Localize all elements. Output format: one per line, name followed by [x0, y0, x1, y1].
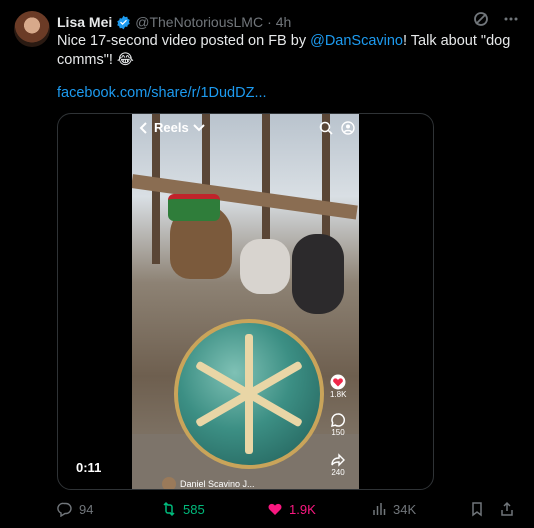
bookmark-icon: [472, 502, 482, 517]
mention-link[interactable]: @DanScavino: [310, 33, 403, 49]
reels-header: Reels: [138, 120, 433, 135]
chevron-down-icon[interactable]: [192, 123, 205, 133]
reels-label[interactable]: Reels: [154, 120, 189, 135]
profile-icon[interactable]: [341, 120, 355, 135]
reply-button[interactable]: 94: [57, 501, 161, 517]
reel-comment-count: 150: [331, 428, 345, 437]
repost-icon: [163, 501, 175, 517]
views-button[interactable]: 34K: [371, 501, 469, 517]
author-name[interactable]: Lisa Mei: [57, 14, 112, 30]
tweet-text: Nice 17-second video posted on FB by @Da…: [57, 32, 512, 70]
tweet-text-start: Nice 17-second video posted on FB by: [57, 33, 311, 49]
share-icon: [501, 501, 513, 516]
comment-bubble-icon[interactable]: [330, 412, 346, 428]
repost-button[interactable]: 585: [161, 501, 267, 517]
video-player[interactable]: Reels 1.8K 150 240 Daniel Scavino J... 0…: [57, 113, 434, 490]
reel-like-stat: 1.8K: [330, 374, 346, 399]
more-options-icon[interactable]: [502, 10, 520, 28]
like-count: 1.9K: [289, 501, 316, 517]
avatar[interactable]: [14, 11, 50, 47]
bookmark-button[interactable]: [469, 501, 499, 517]
reel-author[interactable]: Daniel Scavino J...: [162, 477, 255, 489]
reply-count: 94: [79, 501, 94, 517]
views-bar-icon: [373, 503, 386, 515]
author-handle[interactable]: @TheNotoriousLMC: [135, 14, 263, 30]
tweet-top-actions: [472, 10, 520, 28]
external-link[interactable]: facebook.com/share/r/1DudDZ...: [57, 85, 267, 101]
like-button[interactable]: 1.9K: [267, 501, 371, 517]
verified-badge-icon: [117, 15, 130, 29]
back-chevron-icon[interactable]: [138, 121, 150, 134]
video-frame: [132, 114, 359, 489]
reply-icon: [57, 502, 72, 517]
view-count: 34K: [393, 501, 417, 517]
grok-icon[interactable]: [472, 10, 490, 28]
heart-icon[interactable]: [330, 374, 346, 390]
tweet-header: Lisa Mei @TheNotoriousLMC · 4h: [57, 12, 291, 32]
repost-count: 585: [183, 501, 205, 517]
elf-hat: [168, 194, 220, 221]
video-duration: 0:11: [76, 460, 102, 475]
heart-filled-icon: [268, 503, 282, 515]
separator-dot: ·: [267, 14, 272, 30]
reel-share-count: 240: [331, 468, 345, 477]
tweet-actions: 94 585 1.9K 34K: [57, 498, 527, 520]
timestamp[interactable]: 4h: [276, 14, 292, 30]
dog-white: [240, 239, 290, 294]
share-button[interactable]: [499, 501, 519, 517]
ornament-ball: [174, 319, 324, 469]
reel-author-avatar: [162, 477, 176, 489]
reel-author-name: Daniel Scavino J...: [180, 479, 255, 489]
reel-share-stat: 240: [330, 452, 346, 477]
search-icon[interactable]: [319, 121, 333, 135]
dog-black: [292, 234, 344, 314]
reel-comment-stat: 150: [330, 412, 346, 437]
share-arrow-icon[interactable]: [330, 452, 346, 468]
reel-like-count: 1.8K: [330, 390, 347, 399]
